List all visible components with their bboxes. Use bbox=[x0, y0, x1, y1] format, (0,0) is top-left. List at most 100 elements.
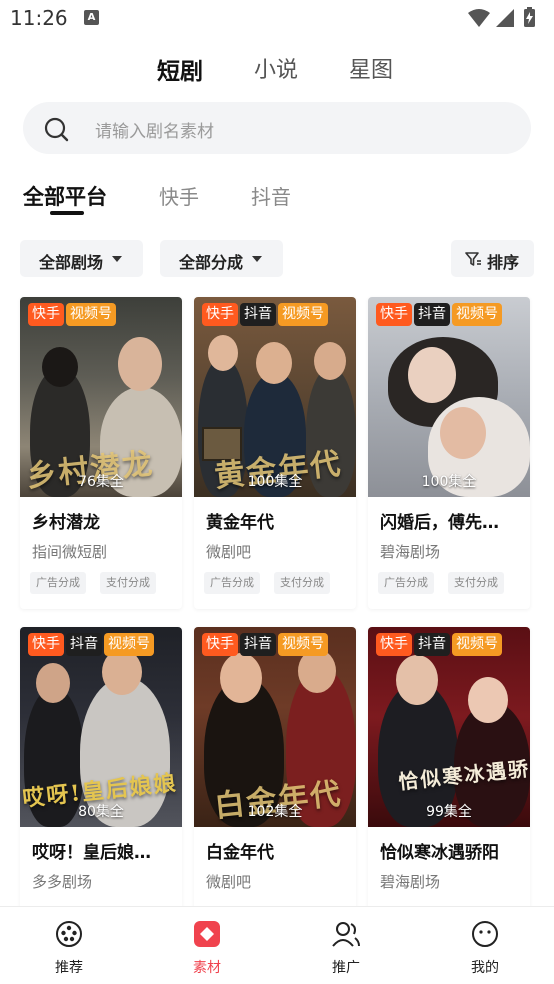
episode-count: 80集全 bbox=[78, 804, 124, 820]
platform-tags: 快手 视频号 bbox=[28, 303, 118, 327]
poster-figure bbox=[440, 407, 486, 459]
drama-title: 黄金年代 bbox=[206, 513, 274, 533]
drama-title: 闪婚后，傅先… bbox=[380, 513, 499, 533]
status-bar: 11:26 A bbox=[0, 0, 554, 38]
poster-figure bbox=[208, 335, 238, 371]
episode-count: 102集全 bbox=[247, 804, 303, 820]
tag-douyin: 抖音 bbox=[240, 303, 276, 326]
tag-douyin: 抖音 bbox=[414, 633, 450, 656]
tab-novel[interactable]: 小说 bbox=[254, 52, 298, 84]
tag-douyin: 抖音 bbox=[66, 633, 102, 656]
nav-label: 我的 bbox=[471, 960, 499, 976]
poster-figure bbox=[36, 663, 70, 703]
drama-card[interactable]: 恰似寒冰遇骄阳 快手 抖音 视频号 99集全 恰似寒冰遇骄阳 碧海剧场 bbox=[368, 627, 530, 939]
split-filter-dropdown[interactable]: 全部分成 bbox=[160, 240, 283, 277]
episode-count: 76集全 bbox=[78, 474, 124, 490]
drama-poster: 黄金年代 bbox=[194, 297, 356, 497]
episode-count: 100集全 bbox=[421, 474, 477, 490]
tag-douyin: 抖音 bbox=[240, 633, 276, 656]
caret-down-icon bbox=[112, 256, 122, 262]
episode-count: 100集全 bbox=[247, 474, 303, 490]
poster-figure bbox=[256, 342, 292, 384]
tag-kuaishou: 快手 bbox=[376, 303, 412, 326]
top-tab-bar: 短剧 小说 星图 bbox=[0, 52, 554, 88]
drama-card[interactable]: 黄金年代 快手 抖音 视频号 100集全 黄金年代 微剧吧 广告分成 支付分成 bbox=[194, 297, 356, 609]
platform-tags: 快手 抖音 视频号 bbox=[376, 303, 504, 327]
drama-card[interactable]: 快手 抖音 视频号 100集全 闪婚后，傅先… 碧海剧场 广告分成 支付分成 bbox=[368, 297, 530, 609]
drama-title: 白金年代 bbox=[206, 843, 274, 863]
platform-tab-kuaishou[interactable]: 快手 bbox=[159, 181, 199, 210]
search-input[interactable]: 请输入剧名素材 bbox=[23, 102, 531, 154]
studio-name: 微剧吧 bbox=[206, 873, 252, 891]
drama-poster bbox=[368, 297, 530, 497]
platform-tags: 快手 抖音 视频号 bbox=[376, 633, 504, 657]
nav-material[interactable]: 素材 bbox=[167, 919, 247, 981]
caret-down-icon bbox=[252, 256, 262, 262]
drama-card[interactable]: 白金年代 快手 抖音 视频号 102集全 白金年代 微剧吧 bbox=[194, 627, 356, 939]
poster-figure bbox=[314, 342, 346, 380]
cellular-signal-icon bbox=[496, 9, 514, 27]
studio-name: 指间微短剧 bbox=[32, 543, 108, 561]
studio-name: 碧海剧场 bbox=[380, 543, 441, 561]
studio-name: 多多剧场 bbox=[32, 873, 93, 891]
nav-promote[interactable]: 推广 bbox=[306, 919, 386, 981]
drama-title: 乡村潜龙 bbox=[32, 513, 100, 533]
drama-card[interactable]: 哎呀!皇后娘娘 快手 抖音 视频号 80集全 哎呀！皇后娘… 多多剧场 bbox=[20, 627, 182, 939]
drama-poster: 哎呀!皇后娘娘 bbox=[20, 627, 182, 827]
drama-title: 恰似寒冰遇骄阳 bbox=[380, 843, 499, 863]
sort-label: 排序 bbox=[487, 253, 520, 272]
search-placeholder: 请输入剧名素材 bbox=[95, 122, 214, 142]
active-tab-indicator bbox=[50, 211, 84, 215]
battery-icon bbox=[524, 7, 535, 27]
tag-shipinhao: 视频号 bbox=[104, 633, 154, 656]
drama-poster: 白金年代 bbox=[194, 627, 356, 827]
poster-figure bbox=[396, 655, 438, 705]
poster-figure bbox=[42, 347, 78, 387]
split-filter-label: 全部分成 bbox=[179, 253, 244, 272]
tag-shipinhao: 视频号 bbox=[452, 633, 502, 656]
film-reel-icon bbox=[56, 921, 82, 947]
platform-tags: 快手 抖音 视频号 bbox=[202, 303, 330, 327]
tab-short-drama[interactable]: 短剧 bbox=[157, 52, 203, 86]
chip-pay-share: 支付分成 bbox=[100, 572, 156, 594]
drama-title: 哎呀！皇后娘… bbox=[32, 843, 151, 863]
platform-tags: 快手 抖音 视频号 bbox=[202, 633, 330, 657]
platform-tab-douyin[interactable]: 抖音 bbox=[251, 181, 291, 210]
tag-shipinhao: 视频号 bbox=[278, 303, 328, 326]
filter-funnel-icon bbox=[465, 252, 481, 266]
chip-pay-share: 支付分成 bbox=[448, 572, 504, 594]
chip-ad-share: 广告分成 bbox=[378, 572, 434, 594]
platform-tags: 快手 抖音 视频号 bbox=[28, 633, 156, 657]
nav-label: 素材 bbox=[193, 960, 221, 976]
smile-face-icon bbox=[472, 921, 498, 947]
tab-xingtu[interactable]: 星图 bbox=[349, 52, 393, 84]
poster-figure bbox=[118, 337, 162, 391]
theater-filter-dropdown[interactable]: 全部剧场 bbox=[20, 240, 143, 277]
poster-figure bbox=[408, 347, 456, 403]
tag-shipinhao: 视频号 bbox=[278, 633, 328, 656]
drama-card[interactable]: 乡村潜龙 快手 视频号 76集全 乡村潜龙 指间微短剧 广告分成 支付分成 bbox=[20, 297, 182, 609]
tag-kuaishou: 快手 bbox=[28, 303, 64, 326]
studio-name: 微剧吧 bbox=[206, 543, 252, 561]
platform-tab-all[interactable]: 全部平台 bbox=[23, 181, 107, 211]
tag-shipinhao: 视频号 bbox=[452, 303, 502, 326]
system-status-icons bbox=[468, 7, 535, 27]
drama-poster: 恰似寒冰遇骄阳 bbox=[368, 627, 530, 827]
chip-pay-share: 支付分成 bbox=[274, 572, 330, 594]
nav-recommend[interactable]: 推荐 bbox=[29, 919, 109, 981]
sort-button[interactable]: 排序 bbox=[451, 240, 534, 277]
tag-kuaishou: 快手 bbox=[376, 633, 412, 656]
theater-filter-label: 全部剧场 bbox=[39, 253, 104, 272]
episode-count: 99集全 bbox=[426, 804, 472, 820]
nav-mine[interactable]: 我的 bbox=[445, 919, 525, 981]
notification-icon: A bbox=[84, 10, 99, 25]
tag-kuaishou: 快手 bbox=[202, 303, 238, 326]
chip-ad-share: 广告分成 bbox=[204, 572, 260, 594]
studio-name: 碧海剧场 bbox=[380, 873, 441, 891]
tag-shipinhao: 视频号 bbox=[66, 303, 116, 326]
drama-poster: 乡村潜龙 bbox=[20, 297, 182, 497]
nav-label: 推荐 bbox=[55, 960, 83, 976]
material-icon bbox=[194, 921, 220, 947]
app-screen: 11:26 A 短剧 小说 星图 请输入剧名素材 全部平台 快手 抖音 全部剧场… bbox=[0, 0, 554, 984]
chip-ad-share: 广告分成 bbox=[30, 572, 86, 594]
